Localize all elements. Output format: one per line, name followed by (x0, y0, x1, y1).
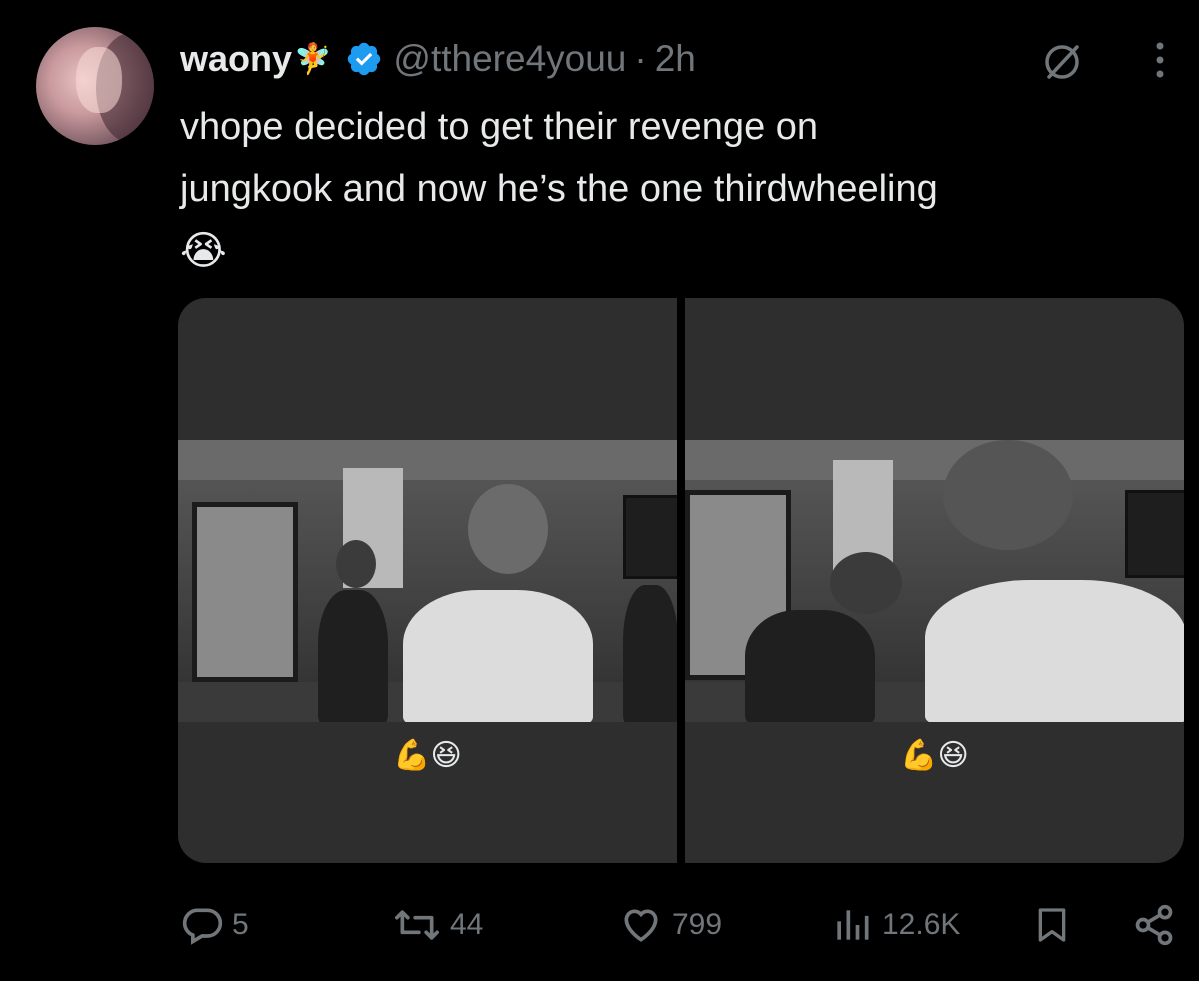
tweet-actions: 5 44 799 12.6K (180, 895, 1180, 955)
person-center-head (943, 440, 1073, 550)
person-left-head (336, 540, 376, 588)
more-icon[interactable] (1150, 38, 1170, 82)
share-button[interactable] (1132, 895, 1176, 955)
crying-emoji: 😭 (180, 229, 227, 273)
tweet-text-line-1: vhope decided to get their revenge on (180, 106, 819, 148)
media-item-2[interactable]: 💪😆 (685, 298, 1184, 863)
photo-2 (685, 440, 1184, 722)
person-left (745, 610, 875, 722)
like-button[interactable]: 799 (618, 895, 722, 955)
avatar-face (76, 47, 122, 113)
view-count: 12.6K (882, 908, 961, 941)
person-center-head (468, 484, 548, 574)
views-button[interactable]: 12.6K (830, 895, 960, 955)
like-icon (624, 909, 658, 942)
photo-1 (178, 440, 677, 722)
reply-icon (182, 908, 223, 945)
tweet-time[interactable]: 2h (655, 38, 696, 80)
ceiling (178, 440, 677, 480)
repost-button[interactable]: 44 (392, 895, 483, 955)
reply-count: 5 (232, 908, 249, 941)
author-name[interactable]: waony (180, 38, 292, 80)
like-count: 799 (672, 908, 723, 941)
wall-screen (623, 495, 677, 579)
bookmark-icon (1038, 908, 1066, 942)
person-left (318, 590, 388, 722)
fairy-emoji: 🧚 (294, 42, 332, 76)
media-item-1[interactable]: 💪😆 (178, 298, 677, 863)
views-icon (837, 910, 869, 940)
door (192, 502, 298, 682)
ceiling (685, 440, 1184, 480)
caption-emoji-1: 💪😆 (393, 739, 462, 772)
person-center (925, 580, 1184, 722)
person-right (623, 585, 677, 722)
tweet-text-line-2: jungkook and now he’s the one thirdwheel… (180, 168, 938, 210)
media-grid: 💪😆 💪😆 (178, 298, 1184, 863)
repost-icon (395, 910, 439, 940)
share-icon (1135, 904, 1173, 946)
wall-screen (1125, 490, 1184, 578)
tweet-header: waony 🧚 @tthere4youu · 2h (180, 32, 696, 86)
author-handle[interactable]: @tthere4youu (393, 38, 626, 80)
avatar[interactable] (36, 27, 154, 145)
person-left-head (830, 552, 902, 614)
tweet-text: vhope decided to get their revenge on ju… (180, 96, 1180, 282)
person-center (403, 590, 593, 722)
bookmark-button[interactable] (1032, 895, 1072, 955)
caption-emoji-2: 💪😆 (900, 739, 969, 772)
separator-dot: · (634, 38, 647, 79)
verified-badge-icon (348, 42, 381, 76)
repost-count: 44 (450, 908, 484, 941)
reply-button[interactable]: 5 (180, 895, 249, 955)
grok-icon[interactable] (1040, 40, 1084, 84)
